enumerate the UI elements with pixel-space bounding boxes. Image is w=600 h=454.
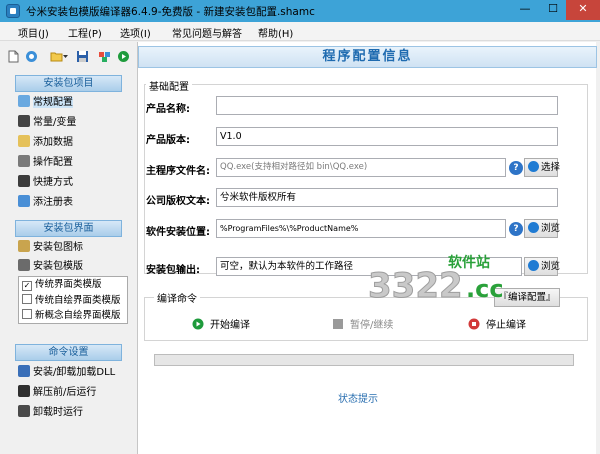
template-option-classic[interactable]: ✓ 传统界面类模版 — [22, 279, 102, 293]
dropdown-arrow-icon[interactable] — [62, 50, 69, 63]
maximize-button[interactable]: ☐ — [540, 0, 566, 20]
template-option-classic-custom[interactable]: 传统自绘界面类模版 — [22, 294, 121, 308]
choose-icon — [528, 161, 539, 172]
sidebar-item-package-icon[interactable]: 安装包图标 — [18, 239, 83, 257]
toolbar — [0, 42, 136, 70]
add-data-icon — [18, 135, 30, 147]
section-header-project[interactable]: 安装包项目 — [15, 75, 122, 92]
section-header-interface[interactable]: 安装包界面 — [15, 220, 122, 237]
general-config-icon — [18, 95, 30, 107]
product-name-input[interactable] — [216, 96, 558, 115]
menu-faq[interactable]: 常见问题与解答 — [172, 25, 242, 40]
sidebar-item-uninstall-run[interactable]: 卸载时运行 — [18, 404, 83, 422]
operations-icon — [18, 155, 30, 167]
main-file-input[interactable]: QQ.exe(支持相对路径如 bin\QQ.exe) — [216, 158, 506, 177]
compile-config-button[interactable]: 『编译配置』 — [494, 288, 560, 307]
sidebar-item-unzip-run[interactable]: 解压前/后运行 — [18, 384, 96, 402]
main-file-label: 主程序文件名: — [146, 166, 210, 177]
compile-icon[interactable] — [98, 50, 111, 63]
open-project-icon[interactable] — [25, 50, 38, 63]
sidebar-item-constants[interactable]: 常量/变量 — [18, 114, 76, 132]
product-version-label: 产品版本: — [146, 135, 190, 146]
status-text: 状态提示 — [338, 394, 378, 405]
browse-icon — [528, 222, 539, 233]
pause-compile-button[interactable]: 暂停/继续 — [332, 316, 393, 331]
uninstall-icon — [18, 405, 30, 417]
sidebar-item-package-template[interactable]: 安装包模版 — [18, 258, 83, 276]
play-icon — [192, 318, 204, 330]
registry-icon — [18, 195, 30, 207]
sidebar: 安装包项目 常规配置 常量/变量 添加数据 操作配置 快捷方式 添注册表 安装包… — [0, 70, 136, 454]
product-version-input[interactable]: V1.0 — [216, 127, 558, 146]
window-title: 兮米安装包模版编译器6.4.9-免费版 - 新建安装包配置.shamc — [26, 6, 315, 18]
menu-project[interactable]: 项目(J) — [18, 25, 49, 40]
minimize-button[interactable]: — — [512, 0, 538, 20]
sidebar-item-general-config[interactable]: 常规配置 — [18, 94, 73, 112]
page-title: 程序配置信息 — [138, 46, 597, 68]
copyright-label: 公司版权文本: — [146, 196, 210, 207]
dll-icon — [18, 365, 30, 377]
compile-progress-bar — [154, 354, 574, 366]
browse-install-button[interactable]: 浏览 — [524, 219, 560, 238]
install-path-input[interactable]: %ProgramFiles%\%ProductName% — [216, 219, 506, 238]
sidebar-item-load-dll[interactable]: 安装/卸载加载DLL — [18, 364, 115, 382]
product-name-label: 产品名称: — [146, 104, 190, 115]
sidebar-item-add-data[interactable]: 添加数据 — [18, 134, 73, 152]
stop-icon — [468, 318, 480, 330]
template-checklist: ✓ 传统界面类模版 传统自绘界面类模版 新概念自绘界面模版 — [18, 276, 128, 324]
checkbox-checked[interactable]: ✓ — [22, 281, 32, 291]
sidebar-item-registry[interactable]: 添注册表 — [18, 194, 73, 212]
main-content: 程序配置信息 基础配置 产品名称: 产品版本: V1.0 主程序文件名: QQ.… — [137, 42, 597, 454]
app-icon — [6, 4, 20, 18]
basic-config-title: 基础配置 — [146, 78, 192, 93]
sidebar-item-operations[interactable]: 操作配置 — [18, 154, 73, 172]
pause-icon — [333, 319, 343, 329]
unzip-icon — [18, 385, 30, 397]
stop-compile-button[interactable]: 停止编译 — [468, 316, 526, 331]
checkbox-unchecked[interactable] — [22, 309, 32, 319]
menu-options[interactable]: 选项(I) — [120, 25, 151, 40]
template-icon — [18, 259, 30, 271]
menu-help[interactable]: 帮助(H) — [258, 25, 293, 40]
browse-icon — [528, 260, 539, 271]
start-compile-button[interactable]: 开始编译 — [192, 316, 250, 331]
constants-icon — [18, 115, 30, 127]
checkbox-unchecked[interactable] — [22, 294, 32, 304]
browse-output-button[interactable]: 浏览 — [524, 257, 560, 276]
run-icon[interactable] — [117, 50, 130, 63]
package-icon — [18, 240, 30, 252]
shortcut-icon — [18, 175, 30, 187]
choose-button[interactable]: 选择 — [524, 158, 560, 177]
template-option-new-concept[interactable]: 新概念自绘界面模版 — [22, 309, 121, 323]
section-header-commands[interactable]: 命令设置 — [15, 344, 122, 361]
help-icon[interactable]: ? — [509, 222, 523, 236]
copyright-input[interactable]: 兮米软件版权所有 — [216, 188, 558, 207]
new-file-icon[interactable] — [7, 50, 20, 63]
menu-bar: 项目(J) 工程(P) 选项(I) 常见问题与解答 帮助(H) — [0, 22, 600, 41]
compile-group-title: 编译命令 — [154, 290, 200, 305]
output-label: 安装包输出: — [146, 265, 200, 276]
help-icon[interactable]: ? — [509, 161, 523, 175]
output-input[interactable]: 可空，默认为本软件的工作路径 — [216, 257, 522, 276]
sidebar-item-shortcuts[interactable]: 快捷方式 — [18, 174, 73, 192]
menu-engineering[interactable]: 工程(P) — [68, 25, 102, 40]
title-bar: 兮米安装包模版编译器6.4.9-免费版 - 新建安装包配置.shamc — ☐ … — [0, 0, 600, 22]
save-icon[interactable] — [76, 50, 89, 63]
close-button[interactable]: ✕ — [566, 0, 600, 20]
install-path-label: 软件安装位置: — [146, 227, 210, 238]
